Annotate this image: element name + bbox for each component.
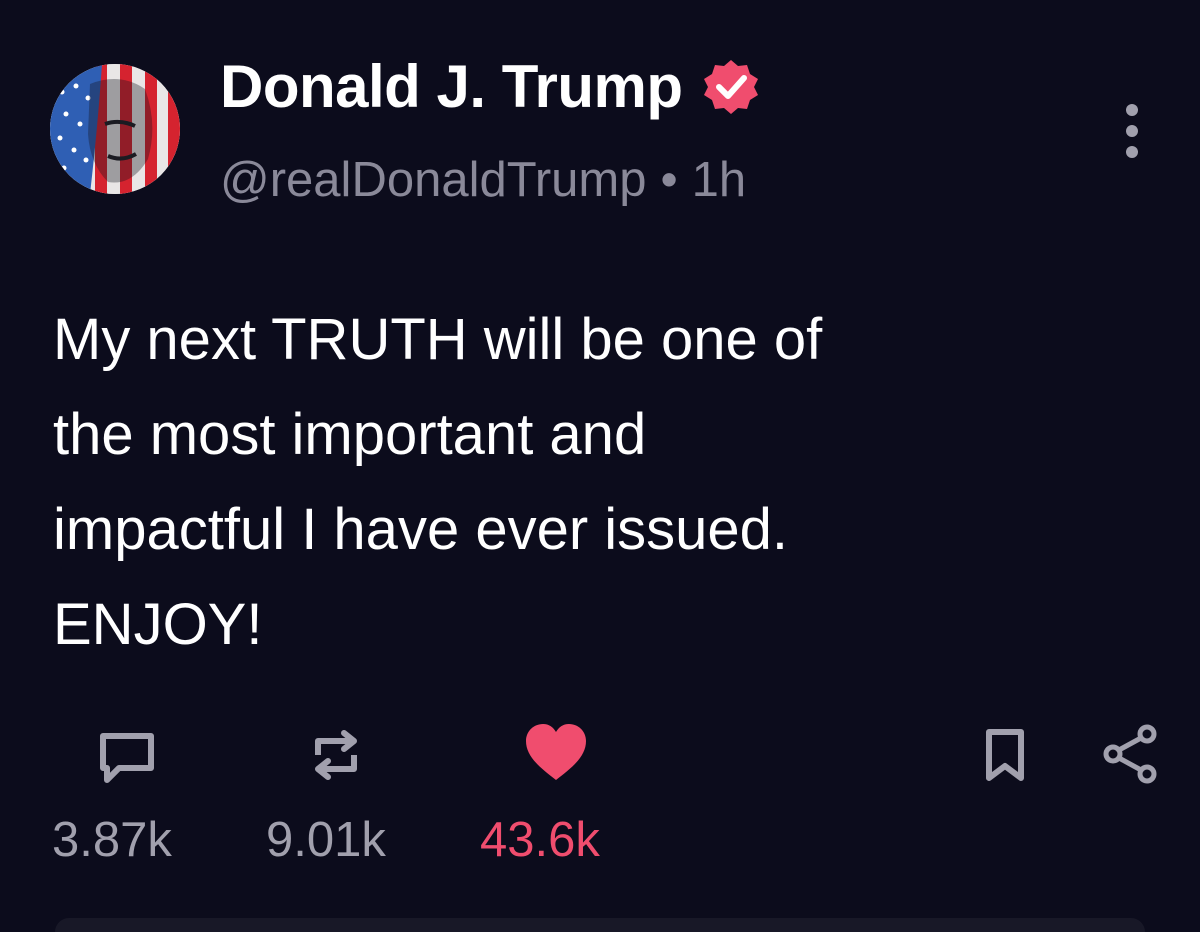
verified-badge-icon [701,57,761,117]
reply-button[interactable] [95,728,159,788]
author-display-name[interactable]: Donald J. Trump [220,52,683,122]
reply-icon [100,733,154,783]
post-body: My next TRUTH will be one of the most im… [53,292,1153,672]
meta-separator: • [660,153,678,207]
post-text-line: My next TRUTH will be one of [53,307,823,372]
post-timestamp[interactable]: 1h [692,153,747,207]
retruth-count: 9.01k [266,813,386,867]
avatar[interactable] [50,64,180,194]
truth-post: Donald J. Trump @realDonaldTrump • 1h My n… [0,0,1200,932]
author-name-row: Donald J. Trump [220,52,761,122]
author-meta: @realDonaldTrump • 1h [220,150,746,210]
post-text-line: the most important and [53,402,647,467]
post-text-line: ENJOY! [53,592,263,657]
like-button[interactable] [523,722,589,784]
share-icon [1103,724,1157,784]
retruth-button[interactable] [306,725,366,785]
next-post-preview [55,918,1145,932]
avatar-flag-portrait [50,64,180,194]
more-vertical-icon[interactable] [1112,100,1152,164]
bookmark-icon [986,729,1024,781]
heart-icon [526,724,586,780]
retruth-icon [315,730,357,780]
like-count: 43.6k [480,813,600,867]
post-text-line: impactful I have ever issued. [53,497,789,562]
reply-count: 3.87k [52,813,172,867]
author-handle[interactable]: @realDonaldTrump [220,153,646,207]
bookmark-button[interactable] [983,728,1027,784]
share-button[interactable] [1101,724,1161,784]
